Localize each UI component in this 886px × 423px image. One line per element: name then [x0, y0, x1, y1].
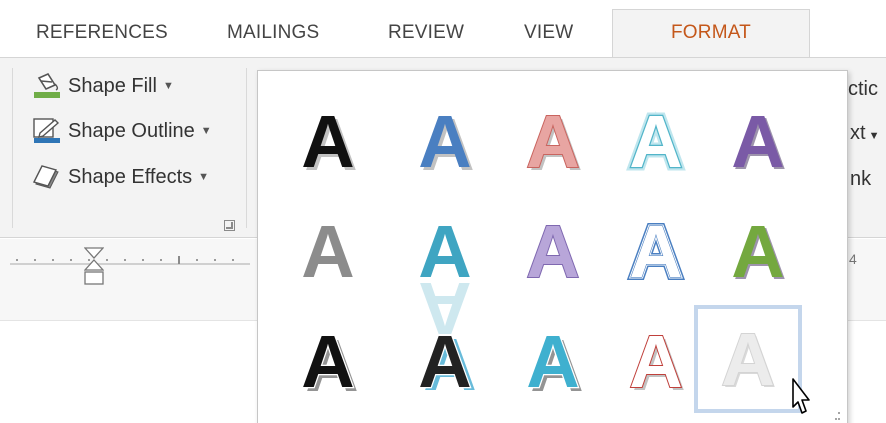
ruler-tick: [124, 259, 126, 261]
shape-fill-label: Shape Fill: [68, 74, 157, 97]
ruler-tick: [232, 259, 234, 261]
wordart-letter: A: [721, 318, 774, 401]
shape-fill-button[interactable]: Shape Fill ▼: [32, 71, 174, 101]
tab-mailings[interactable]: MAILINGS: [227, 22, 319, 44]
chevron-down-icon: ▼: [198, 171, 210, 183]
ruler-tick: [160, 259, 162, 261]
wordart-style-9[interactable]: AAA: [606, 201, 706, 301]
wordart-style-8[interactable]: A: [503, 201, 603, 301]
wordart-style-15[interactable]: AA: [694, 305, 802, 413]
wordart-letter: A: [418, 210, 471, 293]
wordart-letter: A: [526, 210, 579, 293]
shape-effects-button[interactable]: Shape Effects ▼: [32, 162, 209, 192]
tab-view[interactable]: VIEW: [524, 22, 573, 44]
ruler-track: [10, 263, 250, 265]
partial-label-bottom: nk: [850, 168, 872, 190]
dialog-launcher-icon[interactable]: [224, 220, 235, 231]
shape-effects-label: Shape Effects: [68, 165, 193, 188]
wordart-style-5[interactable]: AA: [708, 91, 808, 191]
pencil-outline-icon: [32, 118, 62, 144]
ruler-tick: [16, 259, 18, 261]
chevron-down-icon: ▼: [162, 80, 174, 92]
ribbon-tab-row: REFERENCES MAILINGS REVIEW VIEW FORMAT: [0, 0, 886, 58]
wordart-style-2[interactable]: AA: [395, 91, 495, 191]
resize-grip-icon[interactable]: [831, 411, 841, 421]
wordart-letter: A: [629, 320, 682, 403]
paint-bucket-icon: [32, 72, 62, 99]
wordart-style-1[interactable]: AA: [278, 91, 378, 191]
wordart-style-11[interactable]: AA: [278, 311, 378, 411]
fill-color-bar: [34, 92, 60, 98]
tab-review[interactable]: REVIEW: [388, 22, 464, 44]
wordart-style-12[interactable]: AA: [395, 311, 495, 411]
ruler-tick: [34, 259, 36, 261]
tab-references[interactable]: REFERENCES: [36, 22, 168, 44]
wordart-letter: A: [731, 100, 784, 183]
ruler-tick: [106, 259, 108, 261]
wordart-style-10[interactable]: AA: [708, 201, 808, 301]
ruler-tick: [196, 259, 198, 261]
wordart-style-3[interactable]: AA: [503, 91, 603, 191]
wordart-letter: A: [418, 100, 471, 183]
group-separator: [246, 68, 247, 228]
wordart-letter: A: [301, 320, 354, 403]
ruler-tick: [52, 259, 54, 261]
partial-label-top: ctic: [848, 78, 878, 100]
wordart-style-6[interactable]: A: [278, 201, 378, 301]
wordart-style-gallery: AAAAAAAAAAAAAAAAAAAAAAAAAAAAA: [257, 70, 848, 423]
group-separator: [12, 68, 13, 228]
shape-outline-button[interactable]: Shape Outline ▼: [32, 116, 212, 146]
mouse-pointer-icon: [792, 378, 810, 414]
wordart-letter: A: [629, 100, 682, 183]
shape-effects-icon: [32, 164, 62, 190]
ruler-tick: [214, 259, 216, 261]
partial-label-middle[interactable]: xt ▼: [850, 122, 879, 145]
chevron-down-icon: ▼: [868, 130, 880, 142]
wordart-letter: A: [731, 210, 784, 293]
wordart-letter: A: [301, 210, 354, 293]
wordart-letter: A: [301, 100, 354, 183]
wordart-style-13[interactable]: AA: [503, 311, 603, 411]
chevron-down-icon: ▼: [200, 125, 212, 137]
indent-marker[interactable]: [83, 247, 105, 287]
wordart-style-7[interactable]: AA: [395, 201, 495, 350]
ruler-number: 4: [849, 251, 857, 267]
wordart-style-4[interactable]: AA: [606, 91, 706, 191]
wordart-letter: A: [526, 320, 579, 403]
wordart-style-14[interactable]: AA: [606, 311, 706, 411]
ruler-tick: [70, 259, 72, 261]
shape-outline-label: Shape Outline: [68, 119, 195, 142]
wordart-letter: A: [629, 210, 682, 293]
wordart-letter: A: [526, 100, 579, 183]
wordart-letter: A: [418, 320, 471, 403]
ruler-tick: [142, 259, 144, 261]
tab-format[interactable]: FORMAT: [612, 9, 810, 58]
ruler-tick: [178, 256, 180, 264]
